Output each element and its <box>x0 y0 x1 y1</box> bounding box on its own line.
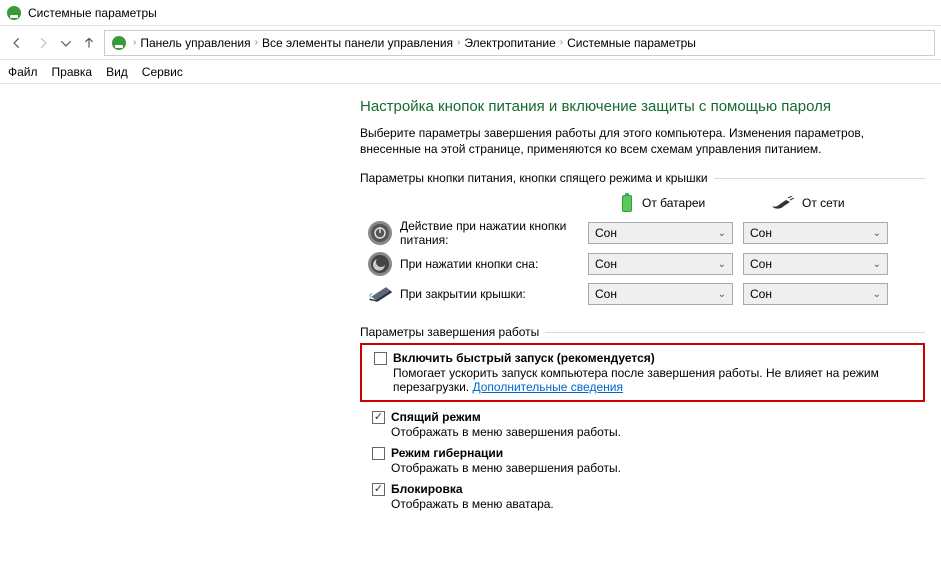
option-sleep: Спящий режим Отображать в меню завершени… <box>360 406 925 442</box>
setting-label: При нажатии кнопки сна: <box>400 257 588 271</box>
chevron-right-icon: › <box>133 37 136 48</box>
back-button[interactable] <box>6 32 28 54</box>
setting-row-sleep-button: При нажатии кнопки сна: Сон⌄ Сон⌄ <box>360 251 925 277</box>
setting-row-power-button: Действие при нажатии кнопки питания: Сон… <box>360 219 925 247</box>
learn-more-link[interactable]: Дополнительные сведения <box>472 380 622 394</box>
breadcrumb: › Панель управления › Все элементы панел… <box>133 36 696 50</box>
option-hibernate: Режим гибернации Отображать в меню завер… <box>360 442 925 478</box>
fast-startup-checkbox[interactable] <box>374 352 387 365</box>
menu-edit[interactable]: Правка <box>52 65 93 79</box>
divider <box>714 178 925 179</box>
chevron-right-icon: › <box>457 37 460 48</box>
menu-service[interactable]: Сервис <box>142 65 183 79</box>
section-title: Параметры завершения работы <box>360 325 539 339</box>
breadcrumb-item[interactable]: Все элементы панели управления <box>262 36 453 50</box>
lid-ac-dropdown[interactable]: Сон⌄ <box>743 283 888 305</box>
option-description: Отображать в меню аватара. <box>391 497 913 511</box>
setting-row-lid-close: При закрытии крышки: Сон⌄ Сон⌄ <box>360 281 925 307</box>
history-dropdown[interactable] <box>58 32 74 54</box>
power-button-icon <box>367 220 393 246</box>
section-title: Параметры кнопки питания, кнопки спящего… <box>360 171 708 185</box>
chevron-down-icon: ⌄ <box>873 289 881 300</box>
setting-label: Действие при нажатии кнопки питания: <box>400 219 588 247</box>
forward-button[interactable] <box>32 32 54 54</box>
menu-file[interactable]: Файл <box>8 65 38 79</box>
option-description: Отображать в меню завершения работы. <box>391 425 913 439</box>
window-title: Системные параметры <box>28 6 157 20</box>
breadcrumb-item[interactable]: Электропитание <box>464 36 555 50</box>
breadcrumb-item[interactable]: Системные параметры <box>567 36 696 50</box>
column-headers: От батареи От сети <box>360 193 925 213</box>
option-lock: Блокировка Отображать в меню аватара. <box>360 478 925 514</box>
sleep-button-icon <box>367 251 393 277</box>
power-button-battery-dropdown[interactable]: Сон⌄ <box>588 222 733 244</box>
power-options-icon <box>111 35 127 51</box>
option-fast-startup: Включить быстрый запуск (рекомендуется) … <box>360 343 925 402</box>
lid-battery-dropdown[interactable]: Сон⌄ <box>588 283 733 305</box>
chevron-right-icon: › <box>255 37 258 48</box>
content-area: Настройка кнопок питания и включение защ… <box>0 84 941 514</box>
menu-bar: Файл Правка Вид Сервис <box>0 60 941 84</box>
title-bar: Системные параметры <box>0 0 941 26</box>
nav-bar: › Панель управления › Все элементы панел… <box>0 26 941 60</box>
up-button[interactable] <box>78 32 100 54</box>
sleep-checkbox[interactable] <box>372 411 385 424</box>
lock-checkbox[interactable] <box>372 483 385 496</box>
chevron-right-icon: › <box>560 37 563 48</box>
divider <box>545 332 925 333</box>
chevron-down-icon: ⌄ <box>718 259 726 270</box>
page-description: Выберите параметры завершения работы для… <box>360 125 920 157</box>
page-heading: Настройка кнопок питания и включение защ… <box>360 98 925 115</box>
menu-view[interactable]: Вид <box>106 65 128 79</box>
chevron-down-icon: ⌄ <box>873 259 881 270</box>
sleep-button-ac-dropdown[interactable]: Сон⌄ <box>743 253 888 275</box>
address-bar[interactable]: › Панель управления › Все элементы панел… <box>104 30 935 56</box>
breadcrumb-item[interactable]: Панель управления <box>140 36 250 50</box>
chevron-down-icon: ⌄ <box>718 289 726 300</box>
section-shutdown: Параметры завершения работы <box>360 325 925 339</box>
section-button-lid: Параметры кнопки питания, кнопки спящего… <box>360 171 925 185</box>
plug-icon <box>770 196 794 210</box>
option-description: Помогает ускорить запуск компьютера посл… <box>393 366 911 394</box>
hibernate-checkbox[interactable] <box>372 447 385 460</box>
sleep-button-battery-dropdown[interactable]: Сон⌄ <box>588 253 733 275</box>
column-ac: От сети <box>770 193 920 213</box>
column-battery: От батареи <box>620 193 770 213</box>
laptop-lid-icon <box>367 281 393 307</box>
chevron-down-icon: ⌄ <box>873 228 881 239</box>
power-button-ac-dropdown[interactable]: Сон⌄ <box>743 222 888 244</box>
battery-icon <box>620 193 634 213</box>
option-description: Отображать в меню завершения работы. <box>391 461 913 475</box>
power-options-icon <box>6 5 22 21</box>
shutdown-options: Включить быстрый запуск (рекомендуется) … <box>360 343 925 514</box>
chevron-down-icon: ⌄ <box>718 228 726 239</box>
setting-label: При закрытии крышки: <box>400 287 588 301</box>
